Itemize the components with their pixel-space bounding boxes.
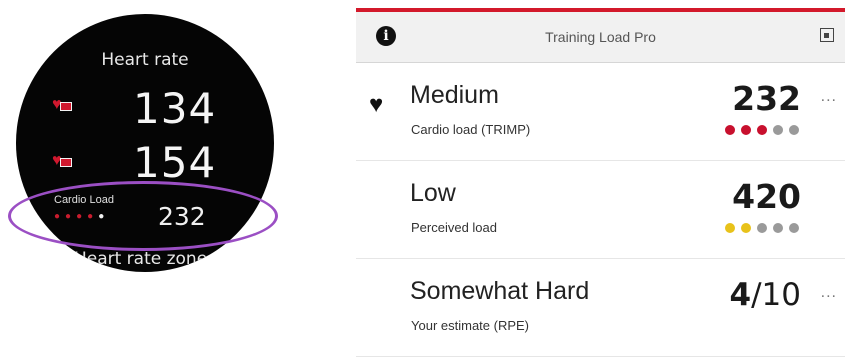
level-dot [725, 125, 735, 135]
load-type: Perceived load [411, 220, 497, 235]
heart-icon: ♥ [369, 91, 384, 118]
load-level-dots [725, 223, 799, 233]
heart-rate-max-value: 154 [133, 138, 217, 187]
load-type: Cardio load (TRIMP) [411, 122, 531, 137]
training-load-panel: i Training Load Pro ♥ Medium Cardio load… [356, 8, 845, 357]
level-dot [789, 125, 799, 135]
level-dot [741, 223, 751, 233]
level-dot [757, 223, 767, 233]
level-dot [741, 125, 751, 135]
load-value: 232 [732, 79, 801, 118]
load-level: Medium [410, 81, 499, 109]
app-header: i Training Load Pro [356, 12, 845, 63]
load-value: 4/10 [729, 277, 801, 313]
watch-title: Heart rate [101, 50, 189, 70]
load-level: Somewhat Hard [410, 277, 590, 305]
highlight-ellipse [8, 181, 278, 251]
export-icon[interactable] [820, 28, 834, 42]
list-item-cardio-load[interactable]: ♥ Medium Cardio load (TRIMP) 232 ... [356, 63, 845, 161]
level-dot [773, 223, 783, 233]
app-title: Training Load Pro [545, 29, 656, 45]
heart-rate-value: 134 [133, 84, 217, 133]
level-dot [773, 125, 783, 135]
level-dot [725, 223, 735, 233]
level-dot [757, 125, 767, 135]
load-level-dots [725, 125, 799, 135]
more-icon[interactable]: ... [821, 88, 837, 106]
list-item-rpe[interactable]: Somewhat Hard Your estimate (RPE) 4/10 .… [356, 259, 845, 357]
load-level: Low [410, 179, 456, 207]
load-value: 420 [732, 177, 801, 216]
heart-rate-icon: ♥ [52, 97, 72, 113]
list-item-perceived-load[interactable]: Low Perceived load 420 [356, 161, 845, 259]
more-icon[interactable]: ... [821, 284, 837, 302]
heart-rate-zones-label: Heart rate zones [73, 249, 217, 269]
level-dot [789, 223, 799, 233]
heart-rate-max-icon: ♥ [52, 153, 72, 169]
load-type: Your estimate (RPE) [411, 318, 530, 333]
